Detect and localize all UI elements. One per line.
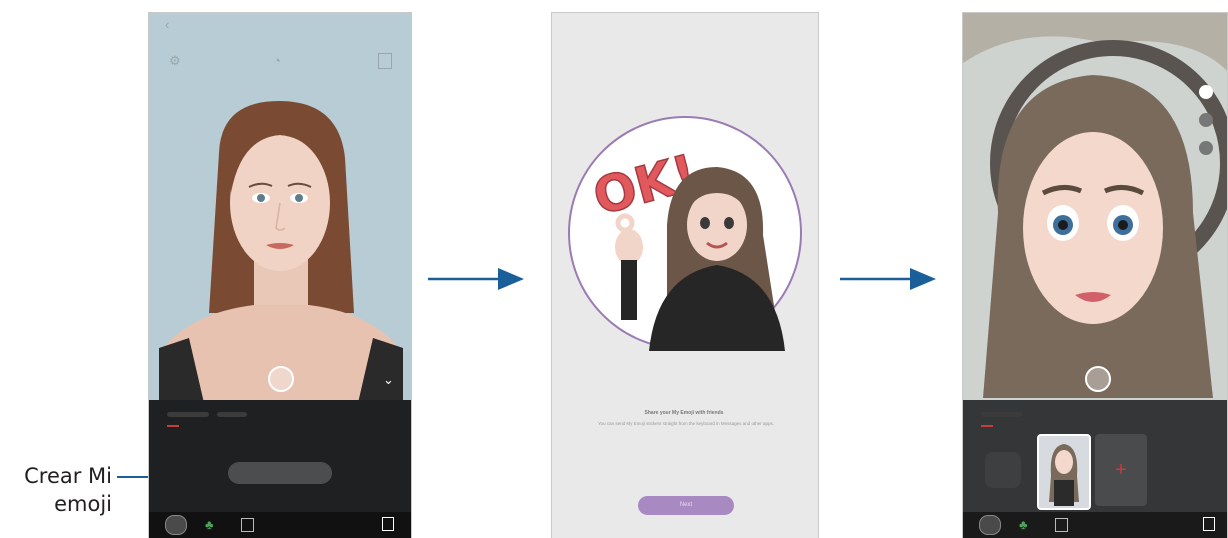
avatar-option-1[interactable]	[1199, 85, 1213, 99]
share-description: You can send My Emoji stickers straight …	[598, 421, 774, 426]
active-tab-indicator	[167, 425, 179, 427]
active-tab-indicator	[981, 425, 993, 427]
step-arrow-1	[428, 268, 524, 290]
my-emoji-thumbnail[interactable]	[1037, 434, 1091, 510]
callout-label-line2: emoji	[54, 492, 112, 516]
sticker-circle: OK!	[568, 116, 802, 351]
tab-label-blurred[interactable]	[217, 412, 247, 417]
avatar-option-2[interactable]	[1199, 113, 1213, 127]
add-emoji-button[interactable]: +	[1095, 434, 1147, 506]
mode-tabbar: ♣	[963, 512, 1227, 538]
share-title: Share your My Emoji with friends	[644, 410, 724, 416]
mask-icon[interactable]	[241, 518, 254, 532]
ratio-icon[interactable]	[378, 53, 392, 69]
ar-emoji-tab[interactable]	[979, 515, 1001, 535]
gallery-icon[interactable]	[1203, 517, 1215, 531]
settings-icon[interactable]: ⚙	[169, 53, 181, 69]
screen-camera-face: ‹ ⚙ ◔ ⌄ ♣	[148, 12, 412, 538]
mask-icon[interactable]	[1055, 518, 1068, 532]
shutter-button[interactable]	[1085, 366, 1111, 392]
next-button[interactable]: Next	[638, 496, 734, 515]
screen-avatar-camera: + ♣	[962, 12, 1228, 538]
screen-share-sticker: OK! Share your My Emoji with friends You…	[551, 12, 819, 538]
back-icon[interactable]: ‹	[165, 17, 169, 32]
create-my-emoji-button[interactable]	[228, 462, 332, 484]
step-arrow-2	[840, 268, 936, 290]
mode-tabbar: ♣	[149, 512, 411, 538]
timer-icon[interactable]: ◔	[273, 53, 281, 68]
callout-label-line1: Crear Mi	[24, 464, 112, 488]
chevron-down-icon[interactable]: ⌄	[383, 372, 394, 388]
ar-emoji-tab[interactable]	[165, 515, 187, 535]
emoji-panel: + ♣	[963, 400, 1227, 538]
gallery-icon[interactable]	[382, 517, 394, 531]
plus-icon: +	[1115, 459, 1127, 481]
emoji-panel: ♣	[149, 400, 411, 538]
avatar-view	[963, 13, 1227, 403]
effects-icon[interactable]: ♣	[1019, 517, 1028, 532]
tab-label-blurred[interactable]	[167, 412, 209, 417]
tab-label-blurred[interactable]	[981, 412, 1023, 417]
shutter-button[interactable]	[268, 366, 294, 392]
face-photo	[149, 13, 411, 403]
avatar-option-3[interactable]	[1199, 141, 1213, 155]
face-scan-button[interactable]	[985, 452, 1021, 488]
effects-icon[interactable]: ♣	[205, 517, 214, 532]
